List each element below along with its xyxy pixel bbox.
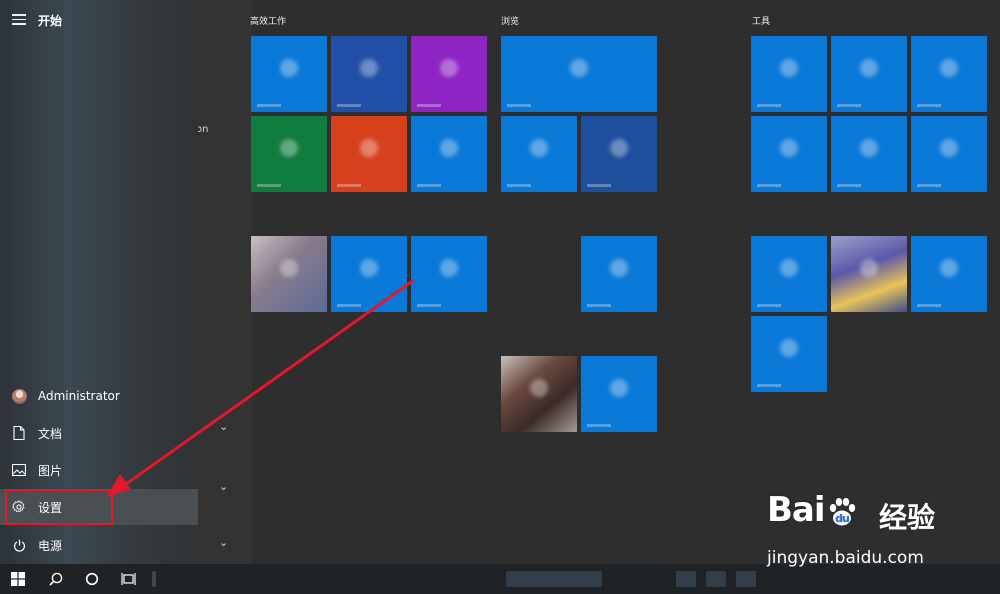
windows-logo-icon[interactable] [0,564,36,594]
menu-item-pictures[interactable]: 图片 [0,452,198,488]
tile-app[interactable] [411,116,487,192]
menu-item-documents[interactable]: 文档 [0,415,198,451]
tile-app[interactable] [581,236,657,312]
tile-edge[interactable] [501,116,577,192]
section-title-browse: 浏览 [501,17,520,27]
task-view-icon[interactable] [110,564,146,594]
tile-game[interactable] [831,236,907,312]
start-title: 开始 [38,14,63,28]
taskbar-app-blurred[interactable] [676,571,696,587]
tile-app[interactable] [911,116,987,192]
user-name: Administrator [38,389,120,403]
tile-app[interactable] [331,236,407,312]
watermark-logo: Bai du [767,490,859,530]
menu-item-label: 图片 [38,463,63,478]
menu-item-label: 电源 [38,538,63,553]
cortana-icon[interactable] [74,564,110,594]
svg-text:du: du [835,512,849,525]
menu-item-label: 文档 [38,426,63,441]
taskbar-divider [152,571,156,587]
chevron-down-icon[interactable]: ⌄ [219,480,228,493]
taskbar-app-blurred[interactable] [736,571,756,587]
section-title-productivity: 高效工作 [250,17,287,27]
gear-icon [0,500,38,514]
tile-app[interactable] [911,236,987,312]
tile-onenote[interactable] [411,36,487,112]
baidu-jingyan-watermark: Bai du 经验 jingyan.baidu.com [767,486,977,576]
tile-solitaire[interactable] [251,236,327,312]
menu-item-power[interactable]: 电源 [0,527,198,563]
taskbar-app-blurred[interactable] [506,571,602,587]
menu-item-label: 设置 [38,500,63,515]
tile-app[interactable] [411,236,487,312]
chevron-down-icon[interactable]: ⌄ [219,536,228,549]
power-icon [0,539,38,552]
tile-app[interactable] [831,116,907,192]
search-icon[interactable] [38,564,74,594]
tile-excel[interactable] [251,116,327,192]
taskbar-app-blurred[interactable] [706,571,726,587]
picture-icon [0,464,38,476]
tile-app[interactable] [831,36,907,112]
tile-app[interactable] [751,236,827,312]
chevron-down-icon[interactable]: ⌄ [219,420,228,433]
menu-item-settings[interactable]: 设置 [0,489,198,525]
tile-mail[interactable] [251,36,327,112]
watermark-url: jingyan.baidu.com [767,548,924,568]
hamburger-menu-icon[interactable] [12,14,26,25]
tile-app[interactable] [911,36,987,112]
tile-app[interactable] [751,316,827,392]
watermark-logo-cn: 经验 [879,501,936,534]
tile-office[interactable] [331,116,407,192]
tile-store[interactable] [501,36,657,112]
tile-photos[interactable] [581,116,657,192]
tile-game[interactable] [501,356,577,432]
avatar [11,388,27,404]
tile-app[interactable] [751,116,827,192]
user-account-item[interactable]: Administrator [0,378,198,414]
paw-icon: du [825,495,859,529]
start-menu-left-panel: 开始 Administrator 文档 图片 设置 电源 [0,0,198,564]
section-title-tools: 工具 [752,17,771,27]
screen: on ⌄ ⌄ ⌄ 高效工作 浏览 工具 开始 Administrator 文档 … [0,0,1000,594]
tile-app[interactable] [751,36,827,112]
tile-app[interactable] [581,356,657,432]
document-icon [0,426,38,440]
tile-calendar[interactable] [331,36,407,112]
